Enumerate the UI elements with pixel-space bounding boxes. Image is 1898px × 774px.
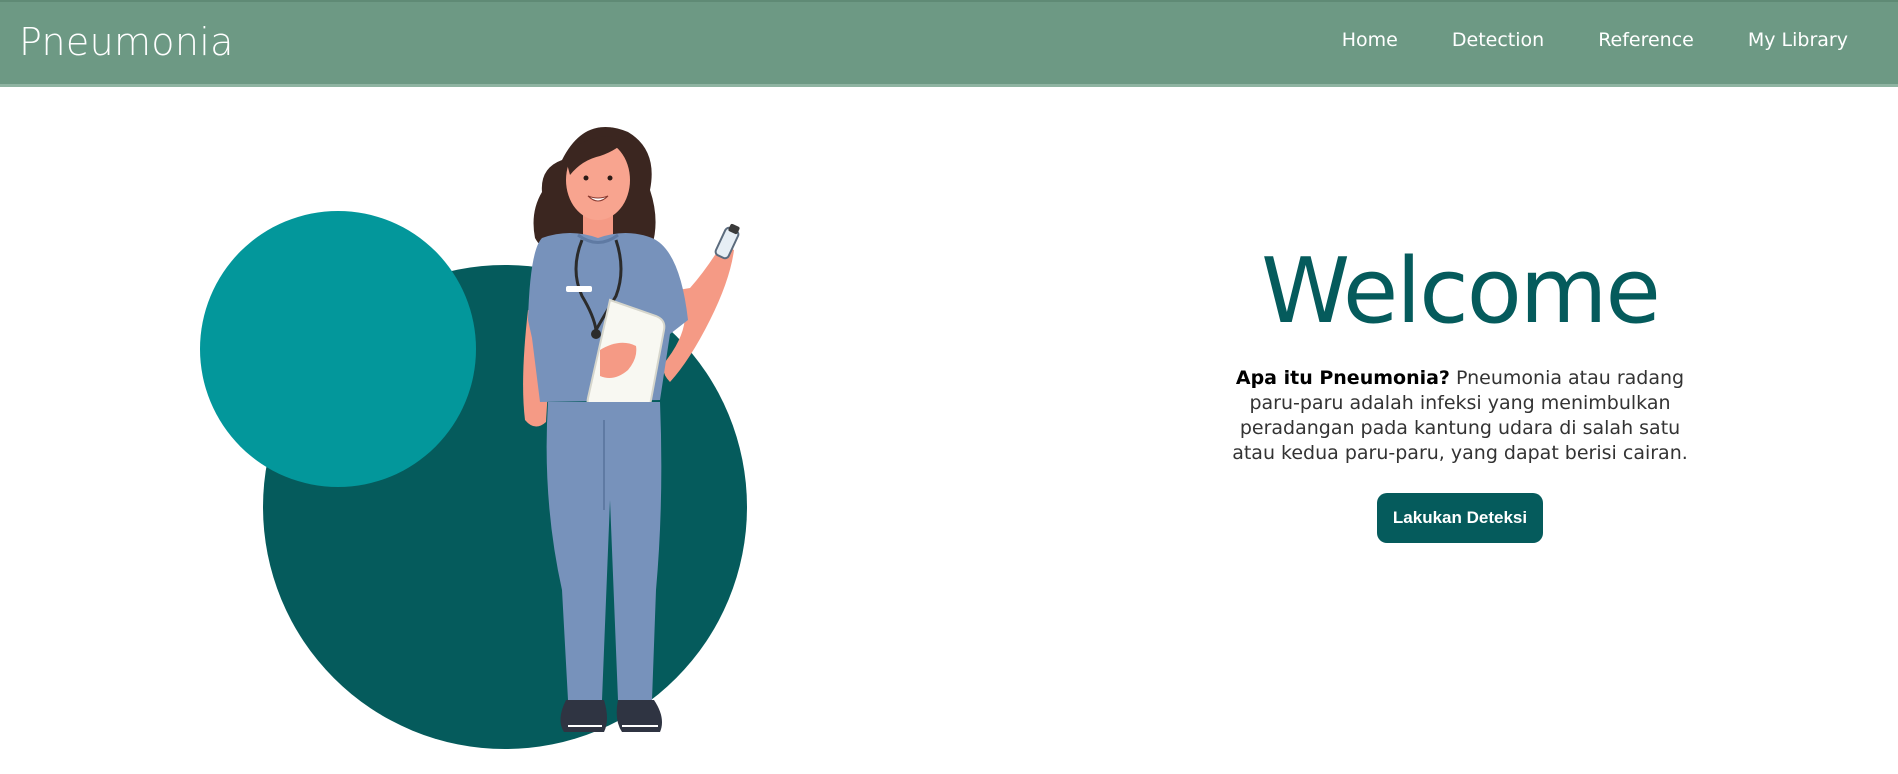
light-circle-shape	[200, 211, 476, 487]
welcome-section: Welcome Apa itu Pneumonia? Pneumonia ata…	[1180, 240, 1740, 543]
pneumonia-description: Apa itu Pneumonia? Pneumonia atau radang…	[1230, 366, 1690, 466]
nav-my-library-link[interactable]: My Library	[1748, 29, 1848, 51]
nav-home-link[interactable]: Home	[1342, 29, 1398, 51]
nav-detection-link[interactable]: Detection	[1452, 29, 1544, 51]
welcome-heading: Welcome	[1261, 239, 1661, 344]
navbar: Pneumonia Home Detection Reference My Li…	[0, 0, 1898, 87]
main-nav: Home Detection Reference My Library	[1288, 29, 1848, 51]
start-detection-button[interactable]: Lakukan Deteksi	[1376, 492, 1544, 543]
brand-logo-text[interactable]: Pneumonia	[19, 20, 234, 64]
hero-illustration	[190, 120, 790, 760]
doctor-illustration-icon	[200, 126, 747, 749]
nav-reference-link[interactable]: Reference	[1598, 29, 1694, 51]
description-question: Apa itu Pneumonia?	[1235, 366, 1450, 389]
